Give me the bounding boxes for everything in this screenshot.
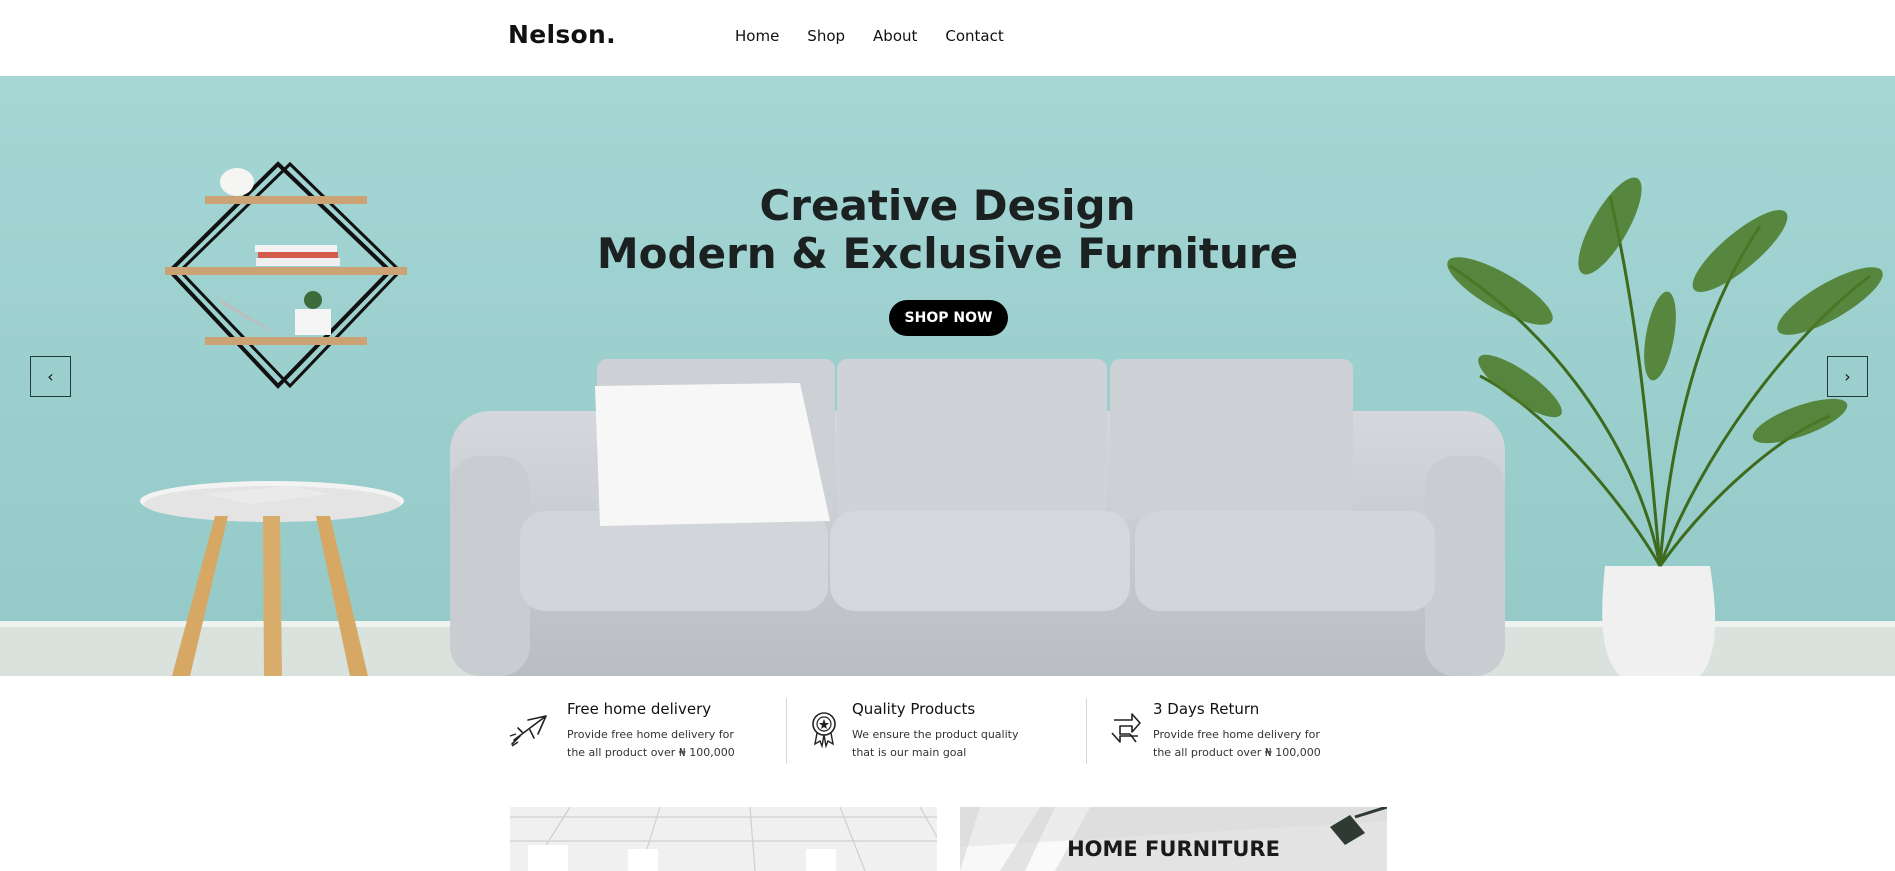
category-card-ceiling[interactable] [510,807,937,871]
feature-title: 3 Days Return [1153,700,1260,718]
feature-delivery: Free home delivery Provide free home del… [508,692,788,768]
category-card-home-furniture[interactable]: HOME FURNITURE [960,807,1387,871]
chevron-right-icon: › [1844,367,1851,386]
feature-divider [786,698,787,764]
shop-now-button[interactable]: SHOP NOW [889,300,1008,336]
feature-desc: Provide free home delivery for the all p… [1153,728,1321,759]
feature-divider [1086,698,1087,764]
feature-title: Free home delivery [567,700,712,718]
chevron-left-icon: ‹ [47,367,54,386]
nav-shop[interactable]: Shop [807,27,845,45]
card-image [510,807,937,871]
main-nav: Home Shop About Contact [735,27,1004,45]
nav-home[interactable]: Home [735,27,779,45]
feature-quality: Quality Products We ensure the product q… [808,692,1088,768]
site-header: Nelson. Home Shop About Contact [0,0,1895,76]
feature-desc: Provide free home delivery for the all p… [567,728,735,759]
features-strip: Free home delivery Provide free home del… [508,692,1388,768]
hero-heading-line2: Modern & Exclusive Furniture [596,229,1299,278]
return-arrows-icon [1111,713,1141,743]
card-title: HOME FURNITURE [1067,837,1280,861]
nav-contact[interactable]: Contact [945,27,1003,45]
nav-about[interactable]: About [873,27,917,45]
feature-title: Quality Products [852,700,976,718]
slider-next-button[interactable]: › [1827,356,1868,397]
hero-heading-line1: Creative Design [759,181,1136,230]
hero-slider: Creative Design Modern & Exclusive Furni… [0,76,1895,676]
slider-prev-button[interactable]: ‹ [30,356,71,397]
hero-scene-image [0,76,1895,676]
sofa [450,359,1505,676]
feature-return: 3 Days Return Provide free home delivery… [1108,692,1388,768]
quality-badge-icon [812,712,836,749]
airplane-delivery-icon [509,715,547,747]
feature-desc: We ensure the product quality that is ou… [852,728,1019,759]
logo[interactable]: Nelson. [508,20,616,49]
